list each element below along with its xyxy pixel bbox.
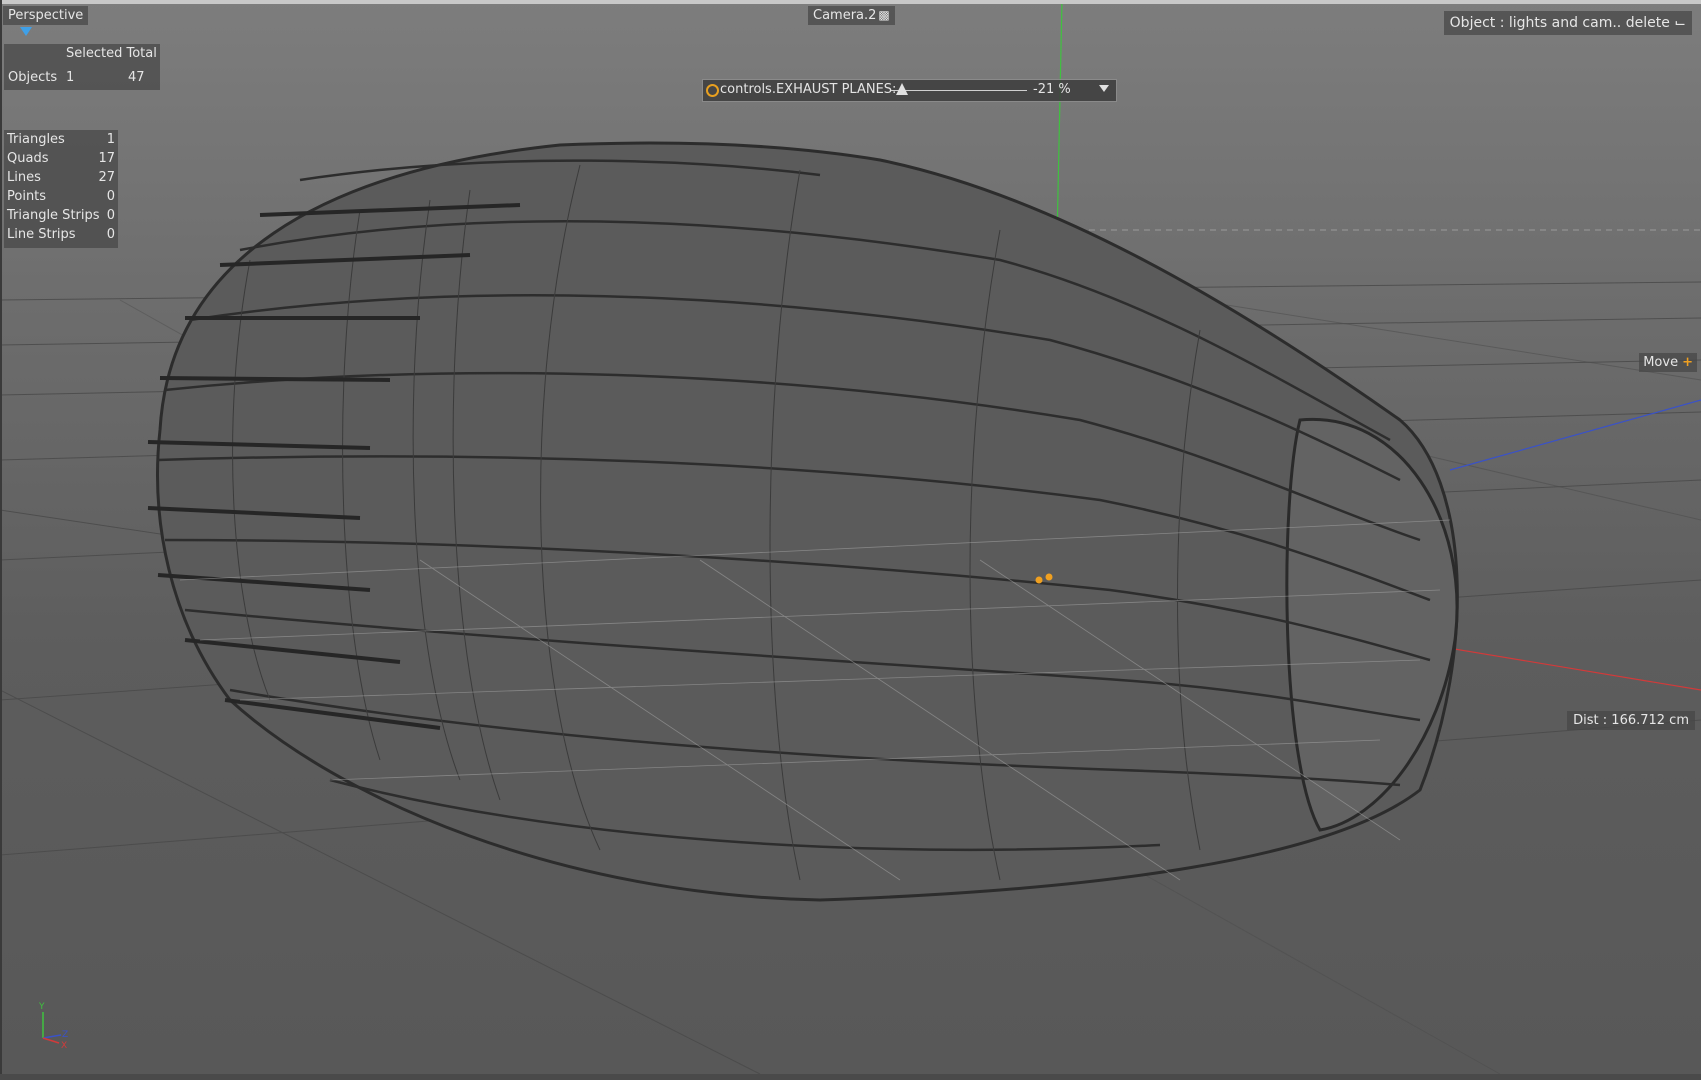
stats-header: Selected Total — [66, 46, 157, 61]
view-active-indicator-icon — [20, 27, 32, 36]
active-camera-label[interactable]: Camera.2 ▩ — [808, 6, 895, 25]
z-axis-line — [1449, 399, 1701, 471]
geo-label: Quads — [7, 151, 49, 166]
objects-total-value: 47 — [128, 70, 145, 85]
slider-track[interactable] — [891, 90, 1027, 91]
geo-value: 0 — [106, 208, 115, 223]
geo-value: 27 — [98, 170, 115, 185]
view-mode-label[interactable]: Perspective — [3, 6, 89, 25]
viewport-bottom-border — [0, 1074, 1701, 1080]
move-plus-icon: + — [1682, 355, 1693, 370]
viewport-left-border — [0, 0, 2, 1080]
geo-label: Lines — [7, 170, 41, 185]
geo-value: 1 — [106, 132, 115, 147]
gizmo-x-axis — [42, 1037, 60, 1044]
geo-value: 0 — [106, 227, 115, 242]
chevron-down-icon[interactable] — [1099, 85, 1109, 92]
object-info-icon: ⌙ — [1674, 15, 1686, 31]
geo-row-lines: Lines 27 — [7, 170, 115, 189]
y-axis-line — [1056, 0, 1063, 241]
geo-row-line-strips: Line Strips 0 — [7, 227, 115, 246]
exhaust-planes-control[interactable]: controls.EXHAUST PLANES: -21 % — [702, 79, 1117, 102]
camera-icon: ▩ — [878, 8, 890, 22]
gizmo-z-label: Z — [62, 1030, 68, 1040]
animate-ring-icon[interactable] — [706, 84, 719, 97]
geo-label: Points — [7, 189, 47, 204]
exhaust-nacelle-model[interactable] — [147, 141, 1459, 902]
geo-label: Line Strips — [7, 227, 76, 242]
geo-label: Triangles — [7, 132, 65, 147]
object-info-hud: Object : lights and cam.. delete ⌙ — [1443, 11, 1692, 35]
geo-row-triangle-strips: Triangle Strips 0 — [7, 208, 115, 227]
geometry-stats-hud: Triangles 1 Quads 17 Lines 27 Points 0 T… — [4, 130, 118, 248]
camera-name-text: Camera.2 — [813, 8, 877, 23]
geo-value: 0 — [106, 189, 115, 204]
move-tool-label: Move + — [1639, 353, 1697, 372]
objects-label: Objects — [8, 70, 58, 85]
geo-label: Triangle Strips — [7, 208, 100, 223]
object-info-text: Object : lights and cam.. delete — [1449, 15, 1670, 31]
viewport-top-border — [0, 0, 1701, 4]
object-count-hud: Selected Total Objects 1 47 — [4, 44, 160, 90]
3d-viewport[interactable]: Perspective Camera.2 ▩ Object : lights an… — [0, 0, 1701, 1080]
axis-gizmo: Y Z X — [38, 1002, 68, 1050]
control-value-field[interactable]: -21 % — [1033, 82, 1071, 97]
objects-selected-value: 1 — [66, 70, 75, 85]
gizmo-y-label: Y — [38, 1002, 45, 1012]
geo-value: 17 — [98, 151, 115, 166]
scene-canvas[interactable] — [0, 0, 1701, 1080]
gizmo-z-axis — [42, 1034, 62, 1039]
geo-row-quads: Quads 17 — [7, 151, 115, 170]
slider-handle-icon[interactable] — [895, 83, 908, 95]
move-label-text: Move — [1643, 355, 1679, 370]
distance-readout: Dist : 166.712 cm — [1567, 711, 1695, 730]
control-label: controls.EXHAUST PLANES: — [720, 82, 897, 97]
geo-row-triangles: Triangles 1 — [7, 132, 115, 151]
gizmo-x-label: X — [61, 1041, 67, 1050]
geo-row-points: Points 0 — [7, 189, 115, 208]
